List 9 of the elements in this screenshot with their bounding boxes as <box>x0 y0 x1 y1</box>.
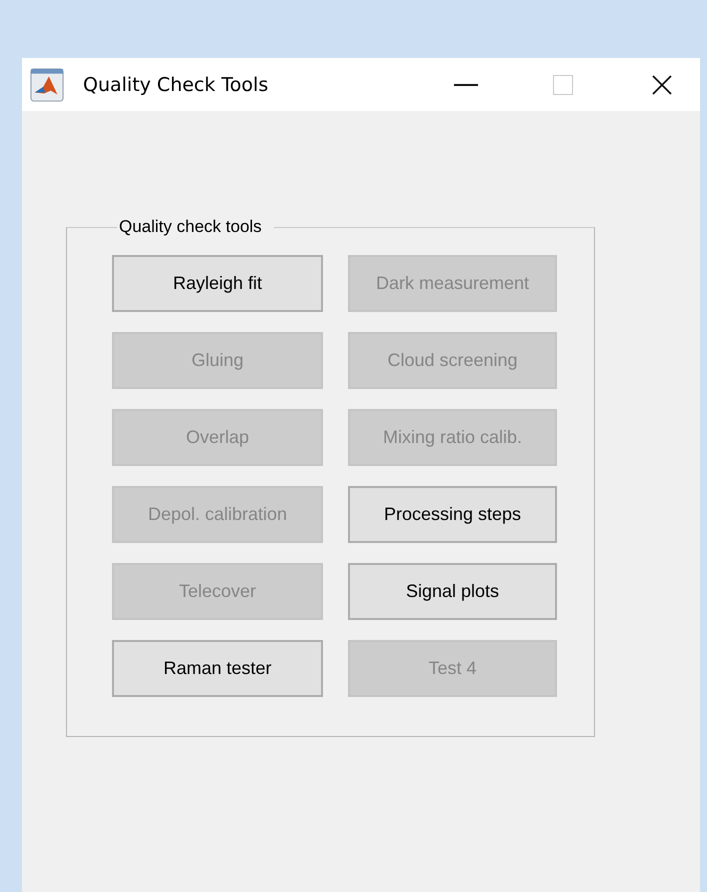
window-title: Quality Check Tools <box>83 74 268 96</box>
app-icon <box>30 68 64 102</box>
close-icon[interactable] <box>652 74 672 94</box>
minimize-icon[interactable] <box>454 84 478 86</box>
tool-button[interactable]: Processing steps <box>348 486 557 543</box>
tool-button[interactable]: Signal plots <box>348 563 557 620</box>
tool-button[interactable]: Rayleigh fit <box>112 255 323 312</box>
tool-button[interactable]: Raman tester <box>112 640 323 697</box>
group-title: Quality check tools <box>118 217 263 237</box>
